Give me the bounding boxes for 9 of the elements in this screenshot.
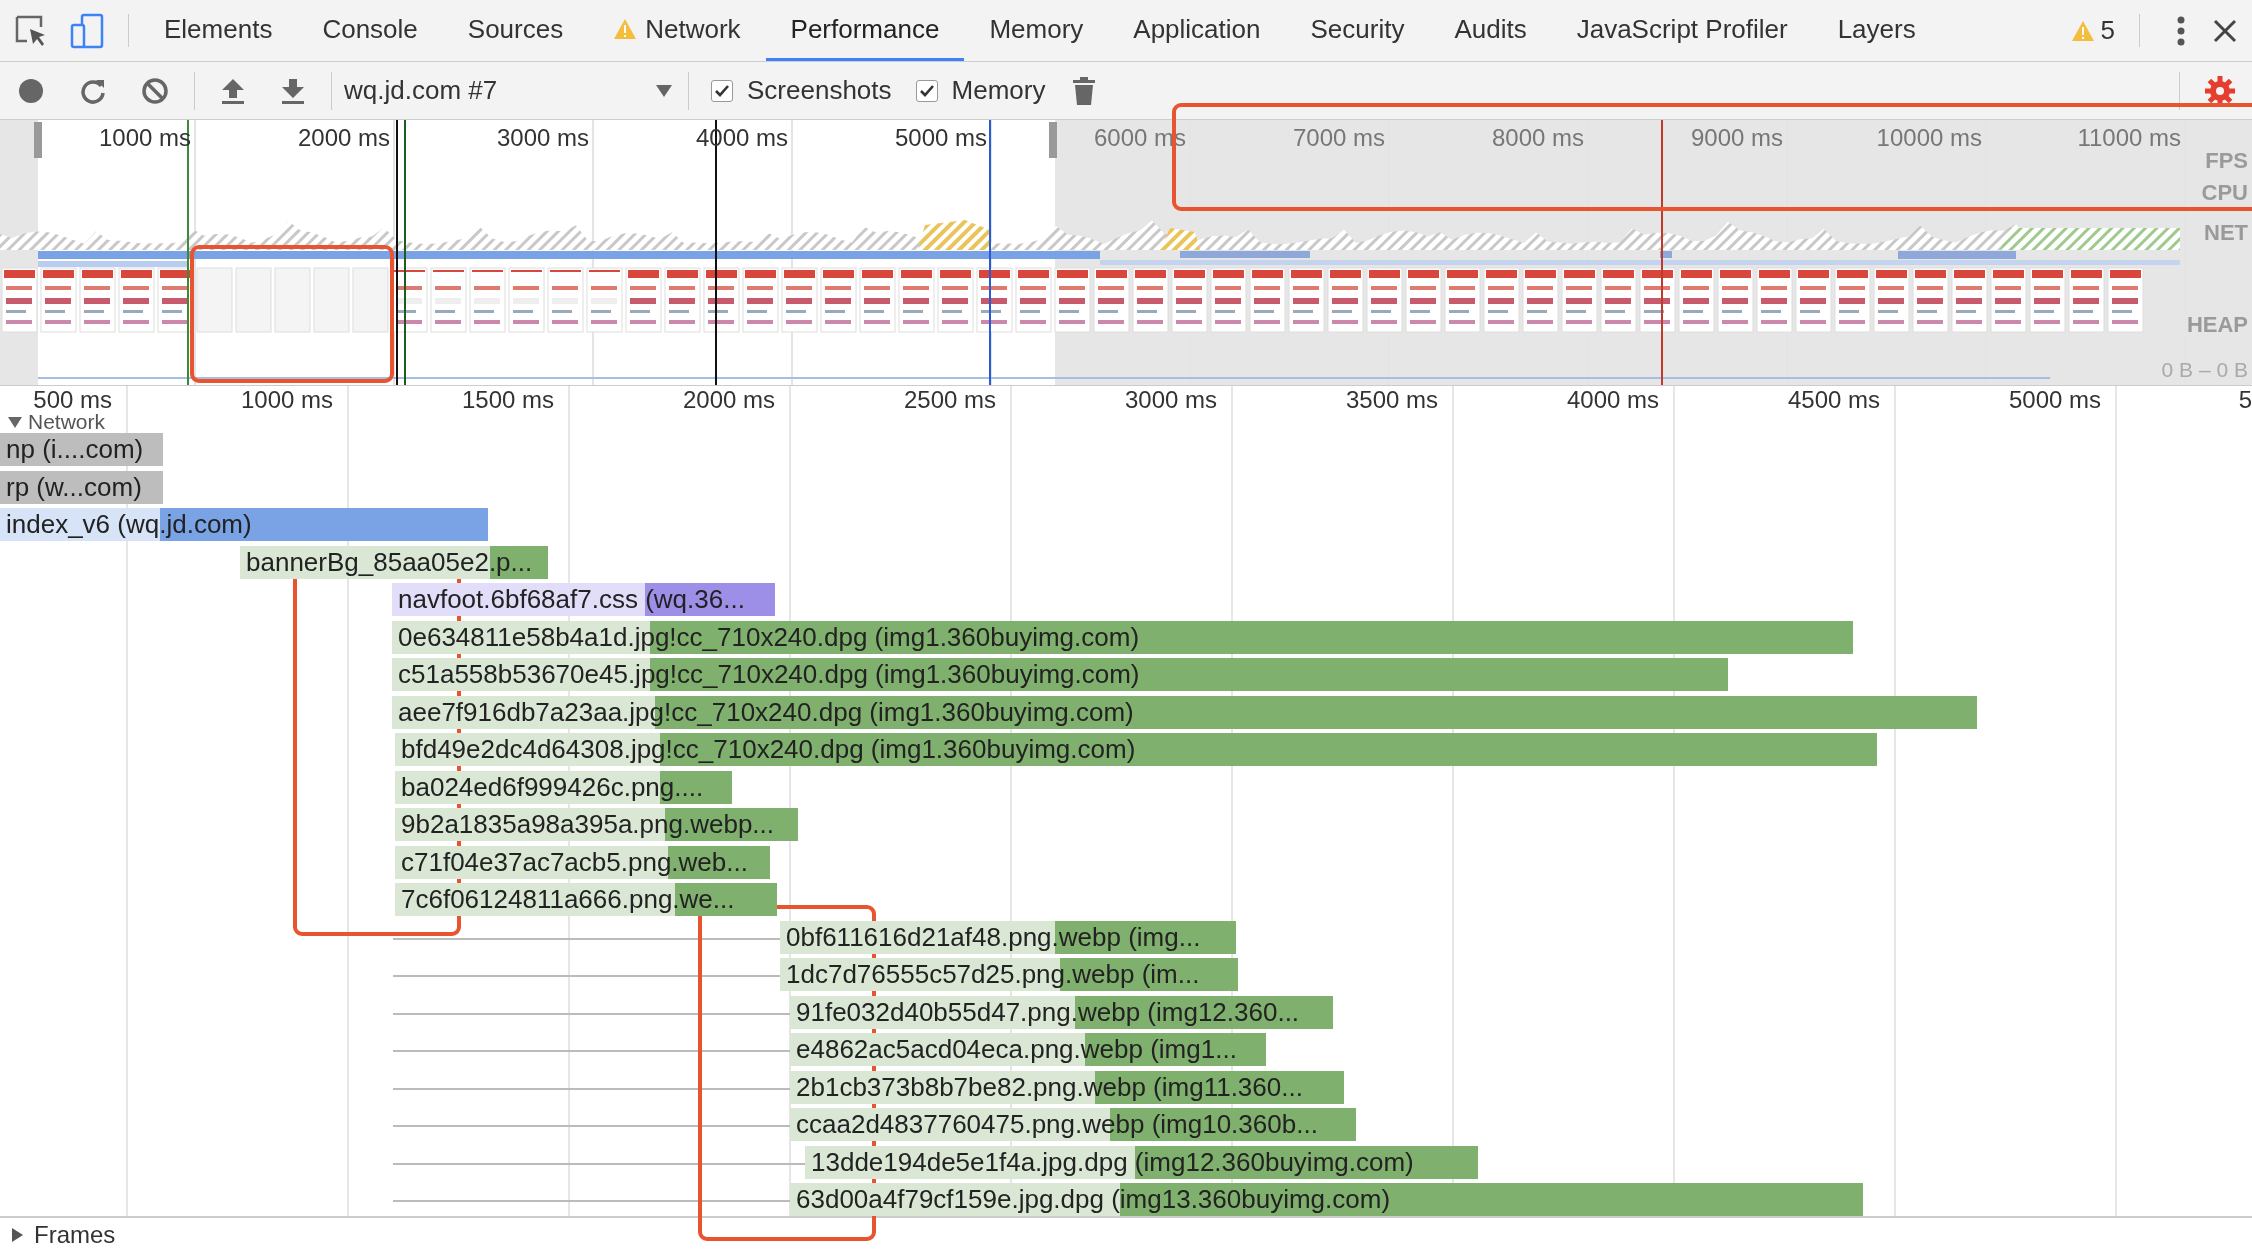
time-label: 5000 ms — [894, 124, 987, 152]
time-label: 8000 ms — [1491, 124, 1584, 152]
heap-range: 0 B – 0 B — [2161, 358, 2248, 382]
time-label: 9000 ms — [1690, 124, 1783, 152]
time-label: 11000 ms — [2077, 124, 2181, 152]
time-label: 10000 ms — [1876, 124, 1982, 152]
time-label: 2000 ms — [297, 124, 390, 152]
time-label: 3000 ms — [496, 124, 589, 152]
time-label: 7000 ms — [1292, 124, 1385, 152]
